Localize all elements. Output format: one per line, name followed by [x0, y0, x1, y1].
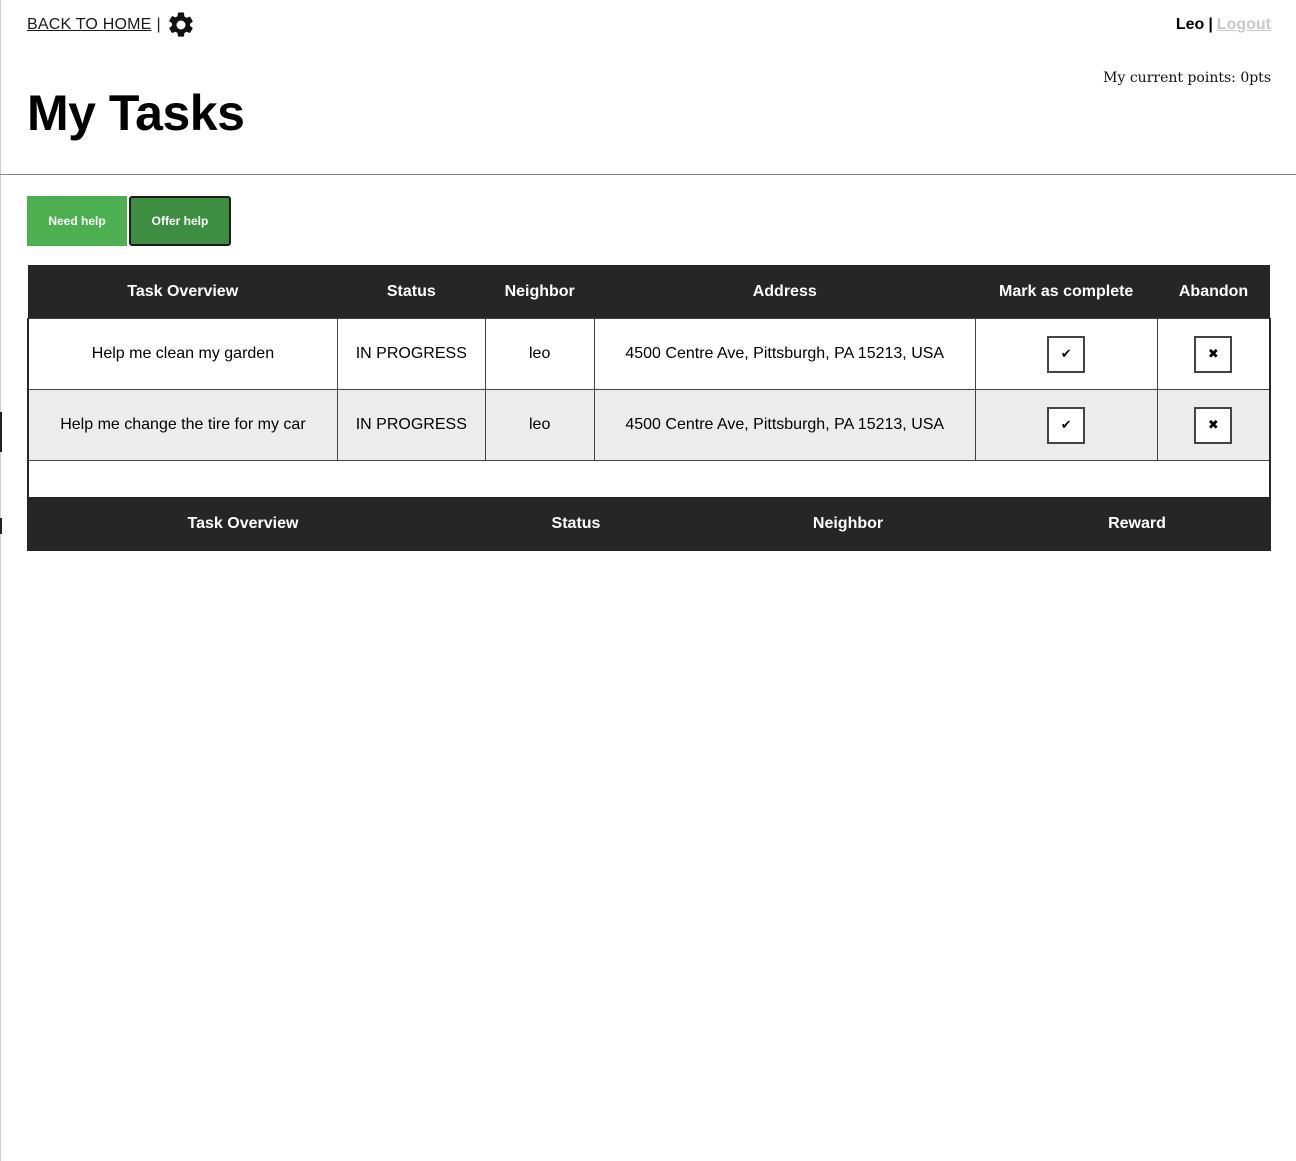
column-header: Abandon [1157, 265, 1270, 319]
offered-tasks-table: Task Overview Status Neighbor Reward [27, 497, 1271, 551]
column-header: Reward [1003, 497, 1271, 551]
column-header: Neighbor [485, 265, 595, 319]
user-name: Leo [1175, 16, 1205, 33]
offer-help-button[interactable]: Offer help [129, 196, 231, 246]
current-points: My current points: 0pts [1103, 70, 1271, 86]
task-neighbor-cell: leo [484, 389, 595, 461]
task-overview-cell: Help me clean my garden [26, 318, 338, 390]
column-header: Status [459, 497, 693, 551]
back-to-home-link[interactable]: BACK TO HOME [27, 16, 152, 34]
page-title: My Tasks [27, 85, 245, 141]
close-icon[interactable]: ✖ [1194, 335, 1233, 373]
column-header: Mark as complete [975, 265, 1158, 319]
column-header: Status [337, 265, 486, 319]
gear-icon[interactable] [166, 10, 196, 40]
task-status-cell: IN PROGRESS [336, 389, 486, 461]
mark-complete-cell: ✔ [974, 389, 1158, 461]
task-neighbor-cell: leo [484, 318, 595, 390]
task-address-cell: 4500 Centre Ave, Pittsburgh, PA 15213, U… [593, 389, 976, 461]
column-header: Task Overview [27, 497, 459, 551]
task-overview-cell: Help me change the tire for my car [26, 389, 338, 461]
task-status-cell: IN PROGRESS [336, 318, 486, 390]
top-nav-left: BACK TO HOME | [27, 10, 196, 40]
user-separator: | [1208, 16, 1213, 33]
nav-separator: | [156, 16, 161, 33]
spacer-cell [27, 460, 1271, 498]
column-header: Neighbor [693, 497, 1003, 551]
task-address-cell: 4500 Centre Ave, Pittsburgh, PA 15213, U… [593, 318, 976, 390]
header-divider [0, 174, 1296, 175]
table-row: Help me clean my garden IN PROGRESS leo … [26, 318, 1271, 390]
table-header-row: Task Overview Status Neighbor Address Ma… [28, 265, 1270, 319]
top-nav-right: Leo | Logout [1176, 16, 1271, 34]
table-row: Help me change the tire for my car IN PR… [26, 389, 1271, 461]
left-edge-mark [0, 518, 2, 534]
logout-link[interactable]: Logout [1217, 16, 1271, 34]
left-edge-mark [0, 412, 2, 452]
check-icon[interactable]: ✔ [1047, 335, 1086, 373]
need-help-button[interactable]: Need help [27, 196, 127, 246]
mark-complete-cell: ✔ [974, 318, 1158, 390]
table-header-row: Task Overview Status Neighbor Reward [27, 497, 1271, 551]
top-nav: BACK TO HOME | Leo | Logout [27, 10, 1271, 40]
close-icon[interactable]: ✖ [1194, 406, 1233, 444]
table-spacer-row [27, 460, 1271, 498]
column-header: Address [594, 265, 976, 319]
check-icon[interactable]: ✔ [1047, 406, 1086, 444]
help-toggle-group: Need help Offer help [27, 196, 231, 246]
column-header: Task Overview [28, 265, 338, 319]
abandon-cell: ✖ [1156, 318, 1271, 390]
my-tasks-table: Task Overview Status Neighbor Address Ma… [26, 265, 1271, 498]
abandon-cell: ✖ [1156, 389, 1271, 461]
